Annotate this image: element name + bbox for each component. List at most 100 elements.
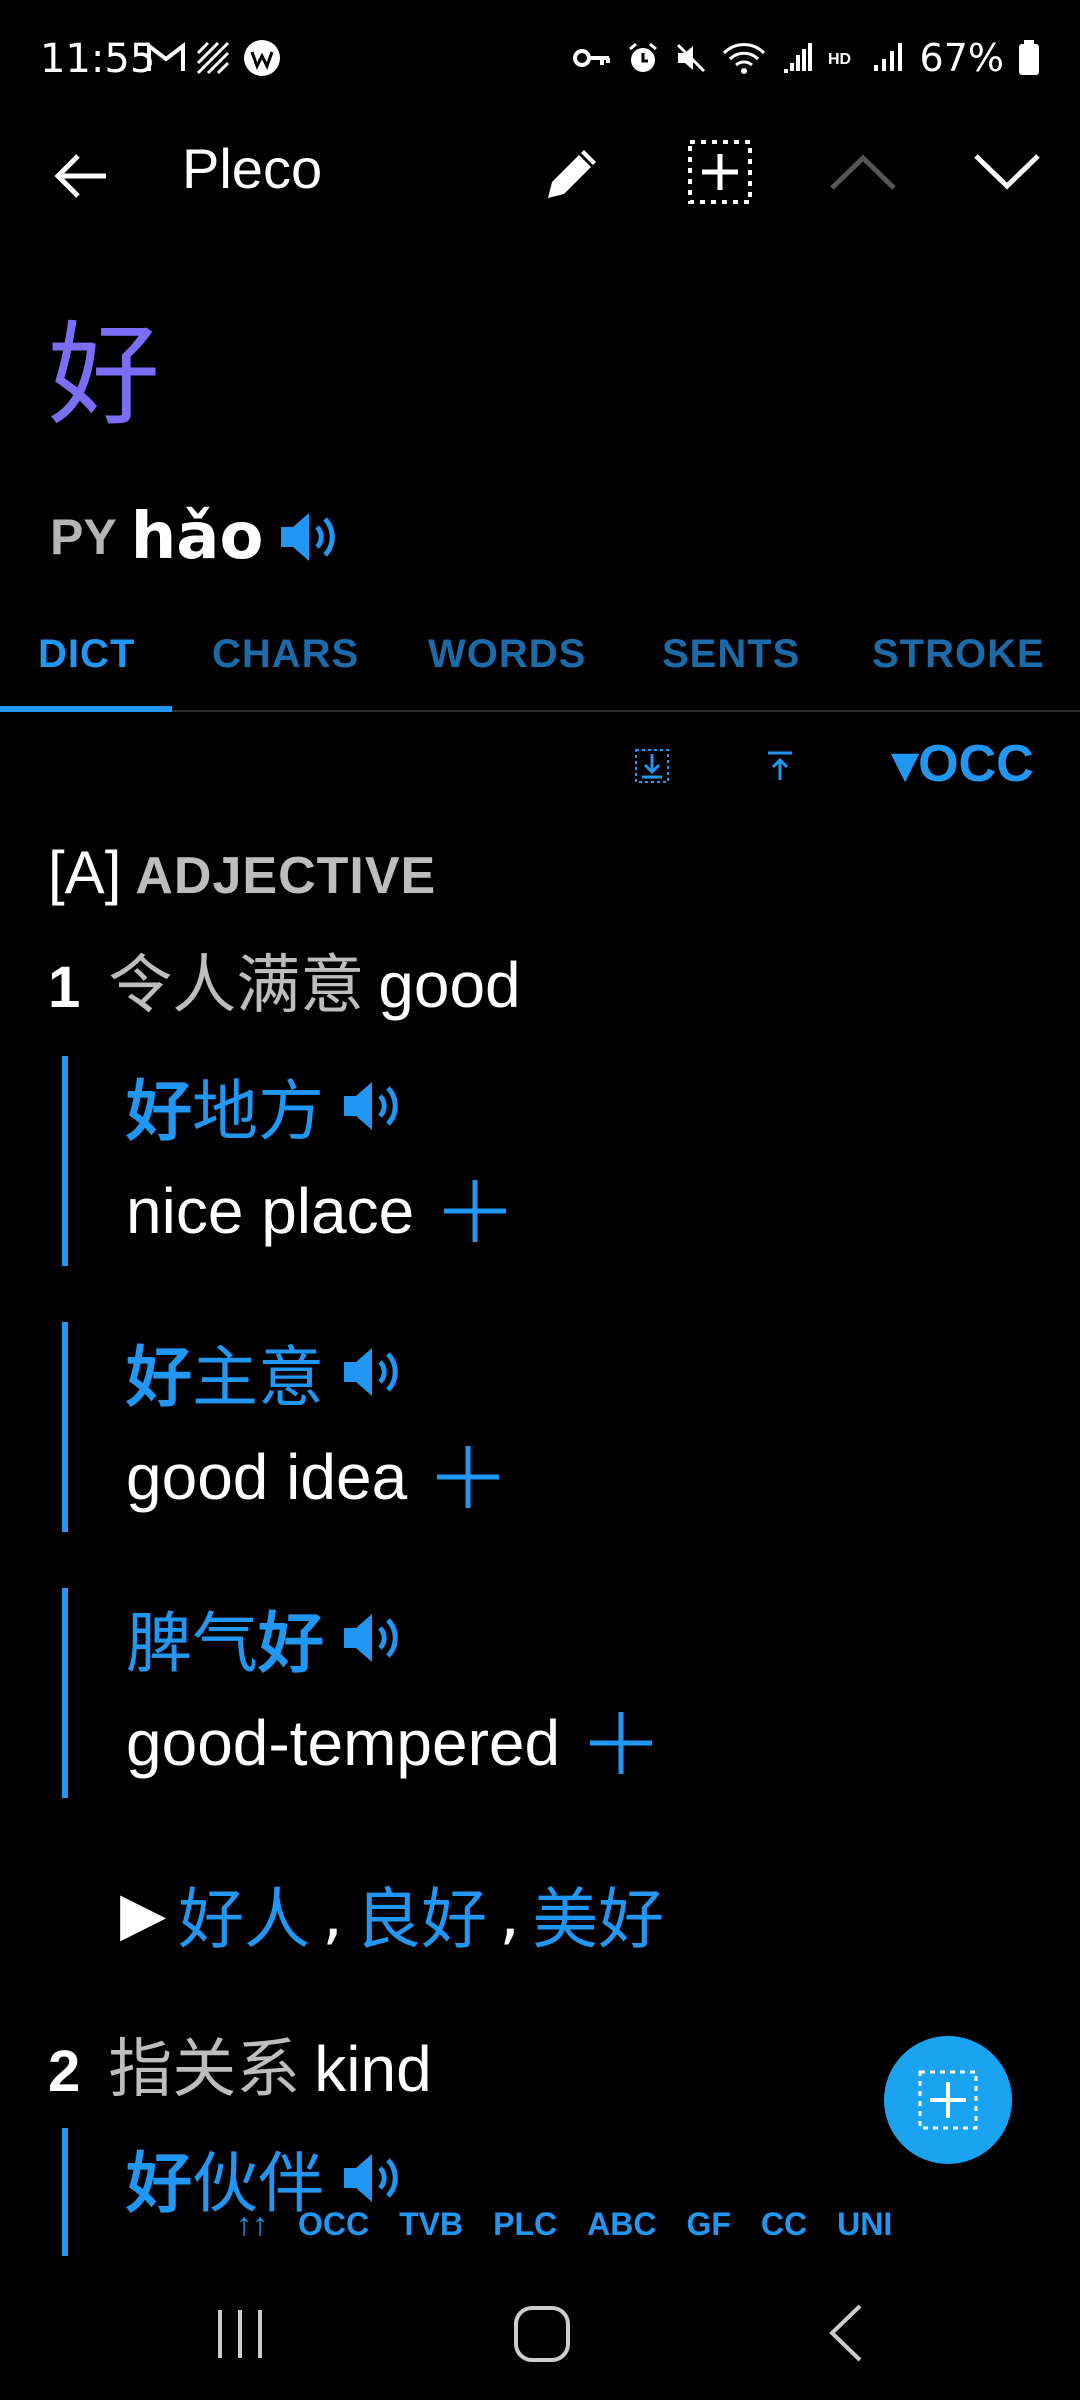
example-chinese[interactable]: 好主意 — [126, 1324, 324, 1420]
example-headword: 好 — [126, 1073, 192, 1150]
expand-all-icon[interactable] — [634, 748, 670, 784]
tab-bar: DICT CHARS WORDS SENTS STROKE — [0, 618, 1080, 712]
part-of-speech: [A] ADJECTIVE — [48, 838, 436, 907]
dict-tvb[interactable]: TVB — [399, 2206, 463, 2243]
speaker-icon[interactable] — [340, 1342, 406, 1402]
example-english: good-tempered — [126, 1707, 561, 1779]
example-english-row: good-tempered — [126, 1688, 962, 1798]
example-2: 好主意 good idea — [62, 1322, 962, 1532]
sense-number: 1 — [48, 955, 81, 1020]
nav-back-icon[interactable] — [820, 2300, 870, 2366]
pos-name: ADJECTIVE — [135, 847, 437, 905]
expand-triangle-icon[interactable]: ▶ — [120, 1879, 166, 1949]
dict-plc[interactable]: PLC — [493, 2206, 557, 2243]
active-tab-indicator — [0, 706, 172, 712]
next-entry-icon[interactable] — [972, 146, 1042, 196]
example-chinese-row[interactable]: 好主意 — [126, 1322, 962, 1422]
tab-sents[interactable]: SENTS — [662, 632, 800, 677]
alarm-icon — [628, 42, 657, 72]
edit-pencil-icon[interactable] — [540, 142, 604, 206]
dict-gf[interactable]: GF — [686, 2206, 730, 2243]
sense-chinese-gloss: 指关系 — [108, 2033, 301, 2107]
wifi-icon — [722, 43, 765, 74]
hd-icon: HD — [828, 51, 851, 68]
example-1: 好地方 nice place — [62, 1056, 962, 1266]
example-english-row: nice place — [126, 1156, 962, 1266]
speaker-icon[interactable] — [340, 1608, 406, 1668]
example-english: nice place — [126, 1175, 415, 1247]
pinyin-row: PY hǎo — [50, 500, 343, 574]
headword: 好 — [48, 311, 160, 441]
speaker-icon[interactable] — [277, 507, 343, 567]
example-rest: 地方 — [192, 1073, 324, 1150]
previous-entry-icon[interactable] — [828, 148, 898, 198]
battery-icon — [1019, 40, 1039, 75]
example-rest: 脾气 — [126, 1605, 258, 1682]
sense-chinese-gloss: 令人满意 — [108, 949, 365, 1023]
example-headword: 好 — [258, 1605, 324, 1682]
signal-pattern-icon — [196, 41, 230, 75]
add-plus-icon[interactable] — [435, 1444, 501, 1510]
dict-cc[interactable]: CC — [761, 2206, 807, 2243]
separator: , — [322, 1875, 344, 1953]
status-system-icons: HD 67% — [572, 36, 1040, 80]
pinyin-label: PY — [50, 509, 117, 565]
home-icon[interactable] — [510, 2302, 574, 2366]
svg-text:HD: HD — [828, 51, 851, 68]
see-also-link[interactable]: 好人 — [178, 1866, 310, 1962]
example-chinese-row[interactable]: 脾气好 — [126, 1588, 962, 1688]
status-notification-icons — [146, 38, 282, 78]
separator: , — [499, 1875, 521, 1953]
key-icon — [572, 49, 610, 67]
status-bar: 11:55 HD 67% — [0, 0, 1080, 120]
sense-number: 2 — [48, 2039, 81, 2104]
example-chinese-row[interactable]: 好地方 — [126, 1056, 962, 1156]
system-nav-bar — [0, 2270, 1080, 2400]
see-also-link[interactable]: 美好 — [532, 1866, 664, 1962]
speaker-icon[interactable] — [340, 2148, 406, 2208]
example-rest: 主意 — [192, 1339, 324, 1416]
sense-1: 1 令人满意 good — [48, 934, 521, 1026]
pinyin-value: hǎo — [130, 500, 264, 574]
dict-abc[interactable]: ABC — [587, 2206, 656, 2243]
app-notification-icon — [244, 40, 280, 76]
pos-bracket: [A] — [48, 839, 122, 906]
dictionary-jump-bar: ↑↑ OCC TVB PLC ABC GF CC UNI — [236, 2206, 892, 2243]
recent-apps-icon[interactable] — [210, 2306, 270, 2362]
speaker-icon[interactable] — [340, 1076, 406, 1136]
tab-dict[interactable]: DICT — [38, 632, 135, 677]
mute-icon — [676, 43, 705, 73]
example-chinese[interactable]: 好地方 — [126, 1058, 324, 1154]
add-plus-icon[interactable] — [588, 1710, 654, 1776]
tab-chars[interactable]: CHARS — [212, 632, 359, 677]
example-3: 脾气好 good-tempered — [62, 1588, 962, 1798]
app-title: Pleco — [182, 137, 323, 200]
add-to-flashcards-icon — [918, 2070, 978, 2130]
add-to-flashcards-icon[interactable] — [686, 138, 754, 206]
status-time: 11:55 — [40, 36, 156, 82]
sense-english-gloss: kind — [314, 2033, 432, 2105]
example-english: good idea — [126, 1441, 408, 1513]
back-arrow-icon[interactable] — [52, 146, 112, 206]
see-also-link[interactable]: 良好 — [355, 1866, 487, 1962]
example-chinese[interactable]: 脾气好 — [126, 1590, 324, 1686]
collapse-all-icon[interactable] — [762, 748, 798, 784]
gmail-icon — [147, 42, 185, 71]
example-headword: 好 — [126, 1339, 192, 1416]
scroll-top-arrows[interactable]: ↑↑ — [236, 2206, 268, 2243]
cell-signal-1-icon — [783, 43, 812, 73]
tab-stroke[interactable]: STROKE — [872, 632, 1045, 677]
add-flashcard-fab[interactable] — [884, 2036, 1012, 2164]
dict-uni[interactable]: UNI — [837, 2206, 892, 2243]
cell-signal-2-icon — [873, 43, 902, 71]
add-plus-icon[interactable] — [442, 1178, 508, 1244]
see-also-links: ▶ 好人, 良好, 美好 — [120, 1866, 664, 1962]
sense-2: 2 指关系 kind — [48, 2018, 432, 2110]
app-bar: Pleco — [0, 120, 1080, 220]
sense-english-gloss: good — [378, 949, 521, 1021]
dict-occ[interactable]: OCC — [298, 2206, 369, 2243]
tab-words[interactable]: WORDS — [428, 632, 586, 677]
example-headword: 好 — [126, 2145, 192, 2222]
battery-percent: 67% — [919, 36, 1004, 80]
dictionary-selector[interactable]: ▾OCC — [892, 734, 1034, 794]
